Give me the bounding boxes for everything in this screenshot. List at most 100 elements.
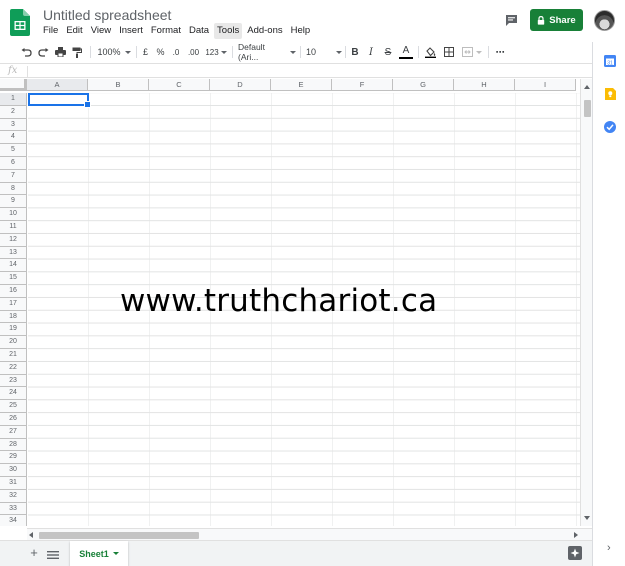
row-header-31[interactable]: 31 xyxy=(0,477,27,490)
font-size-select[interactable]: 10 xyxy=(306,42,342,62)
more-formats-button[interactable]: 123 xyxy=(204,42,228,62)
vertical-scrollbar[interactable] xyxy=(580,79,592,526)
add-sheet-button[interactable]: + xyxy=(27,546,41,560)
menu-insert[interactable]: Insert xyxy=(116,23,146,39)
row-header-32[interactable]: 32 xyxy=(0,489,27,503)
row-header-34[interactable]: 34 xyxy=(0,515,27,526)
share-label: Share xyxy=(549,14,576,26)
row-header-14[interactable]: 14 xyxy=(0,259,27,273)
row-header-4[interactable]: 4 xyxy=(0,131,27,145)
row-header-18[interactable]: 18 xyxy=(0,310,27,324)
menu-format[interactable]: Format xyxy=(148,23,184,39)
sheet-tab-label: Sheet1 xyxy=(79,548,109,559)
row-header-29[interactable]: 29 xyxy=(0,451,27,465)
scroll-left-icon[interactable] xyxy=(29,532,33,538)
borders-icon[interactable] xyxy=(442,42,456,62)
menu-data[interactable]: Data xyxy=(186,23,212,39)
currency-format-button[interactable]: £ xyxy=(140,42,151,62)
row-header-6[interactable]: 6 xyxy=(0,157,27,170)
row-header-28[interactable]: 28 xyxy=(0,438,27,452)
row-header-11[interactable]: 11 xyxy=(0,221,27,234)
column-header-g[interactable]: G xyxy=(393,79,454,91)
row-header-9[interactable]: 9 xyxy=(0,195,27,209)
text-color-button[interactable]: A xyxy=(399,43,413,59)
menu-addons[interactable]: Add-ons xyxy=(244,23,285,39)
tasks-icon[interactable] xyxy=(604,120,616,133)
column-header-f[interactable]: F xyxy=(332,79,393,91)
row-header-20[interactable]: 20 xyxy=(0,336,27,349)
menu-file[interactable]: File xyxy=(40,23,61,39)
spreadsheet-grid[interactable]: ABCDEFGHI 1 2 3 4 5 6 7 8 9 10 11 12 13 14 15 16 17 18 19 2… xyxy=(0,79,580,526)
expand-panel-icon[interactable]: › xyxy=(607,542,611,554)
horizontal-scroll-thumb[interactable] xyxy=(39,532,199,539)
row-header-17[interactable]: 17 xyxy=(0,297,27,311)
comments-icon[interactable] xyxy=(500,10,522,30)
row-header-22[interactable]: 22 xyxy=(0,361,27,375)
avatar[interactable] xyxy=(594,10,615,31)
horizontal-scrollbar[interactable] xyxy=(27,528,592,540)
fx-icon: fx xyxy=(8,65,18,76)
row-header-27[interactable]: 27 xyxy=(0,425,27,439)
row-header-33[interactable]: 33 xyxy=(0,502,27,516)
select-all-corner[interactable] xyxy=(0,79,27,91)
formula-input[interactable] xyxy=(32,64,582,78)
row-header-3[interactable]: 3 xyxy=(0,118,27,132)
row-header-21[interactable]: 21 xyxy=(0,349,27,362)
menu-view[interactable]: View xyxy=(88,23,114,39)
redo-icon[interactable] xyxy=(36,42,50,62)
bold-button[interactable]: B xyxy=(349,42,361,62)
column-header-a[interactable]: A xyxy=(27,79,88,91)
undo-icon[interactable] xyxy=(19,42,33,62)
strikethrough-button[interactable]: S xyxy=(382,42,394,62)
scroll-up-icon[interactable] xyxy=(584,85,590,89)
share-button[interactable]: Share xyxy=(530,9,583,31)
row-header-19[interactable]: 19 xyxy=(0,323,27,337)
row-header-8[interactable]: 8 xyxy=(0,182,27,196)
active-cell-a1[interactable] xyxy=(28,93,91,108)
column-header-i[interactable]: I xyxy=(515,79,576,91)
keep-icon[interactable] xyxy=(604,87,616,100)
explore-icon[interactable] xyxy=(568,546,582,560)
row-header-12[interactable]: 12 xyxy=(0,233,27,247)
font-family-select[interactable]: Default (Ari... xyxy=(238,42,296,62)
document-title[interactable]: Untitled spreadsheet xyxy=(43,7,171,23)
row-header-10[interactable]: 10 xyxy=(0,208,27,221)
column-header-d[interactable]: D xyxy=(210,79,271,91)
column-header-b[interactable]: B xyxy=(88,79,149,91)
merge-cells-icon[interactable] xyxy=(460,42,484,62)
row-header-1[interactable]: 1 xyxy=(0,93,27,106)
fill-color-icon[interactable] xyxy=(423,42,437,62)
column-header-e[interactable]: E xyxy=(271,79,332,91)
paint-format-icon[interactable] xyxy=(70,42,84,62)
scroll-right-icon[interactable] xyxy=(574,532,578,538)
row-header-30[interactable]: 30 xyxy=(0,464,27,477)
all-sheets-icon[interactable] xyxy=(47,547,59,559)
print-icon[interactable] xyxy=(53,42,67,62)
row-header-25[interactable]: 25 xyxy=(0,400,27,413)
increase-decimals-button[interactable]: .00 xyxy=(185,42,202,62)
italic-button[interactable]: I xyxy=(365,42,377,62)
column-header-c[interactable]: C xyxy=(149,79,210,91)
more-options-button[interactable]: ⋯ xyxy=(493,42,507,62)
vertical-scroll-thumb[interactable] xyxy=(584,100,591,117)
column-header-h[interactable]: H xyxy=(454,79,515,91)
row-header-7[interactable]: 7 xyxy=(0,169,27,183)
menu-tools[interactable]: Tools xyxy=(214,23,243,39)
menu-edit[interactable]: Edit xyxy=(63,23,85,39)
row-header-16[interactable]: 16 xyxy=(0,285,27,298)
calendar-icon[interactable]: 31 xyxy=(604,54,616,67)
zoom-select[interactable]: 100% xyxy=(96,42,132,62)
row-header-5[interactable]: 5 xyxy=(0,144,27,157)
row-header-15[interactable]: 15 xyxy=(0,272,27,285)
row-header-2[interactable]: 2 xyxy=(0,105,27,119)
scroll-down-icon[interactable] xyxy=(584,516,590,520)
row-header-23[interactable]: 23 xyxy=(0,374,27,388)
sheet-tab-sheet1[interactable]: Sheet1 xyxy=(70,541,128,566)
percent-format-button[interactable]: % xyxy=(155,42,166,62)
sheets-logo-icon[interactable] xyxy=(10,9,30,36)
row-header-13[interactable]: 13 xyxy=(0,246,27,260)
decrease-decimals-button[interactable]: .0 xyxy=(169,42,183,62)
menu-help[interactable]: Help xyxy=(288,23,314,39)
row-header-24[interactable]: 24 xyxy=(0,387,27,401)
row-header-26[interactable]: 26 xyxy=(0,413,27,426)
